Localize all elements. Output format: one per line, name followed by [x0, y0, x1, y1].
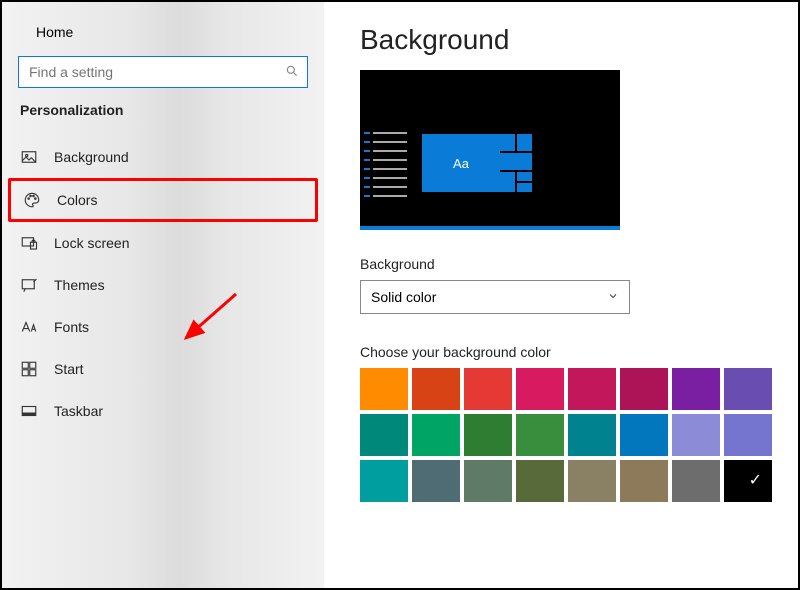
page-title: Background: [360, 24, 762, 56]
sidebar: Home Personalization Background: [2, 2, 324, 588]
preview-app-list: [364, 132, 412, 204]
sidebar-item-taskbar[interactable]: Taskbar: [2, 390, 324, 432]
color-swatch[interactable]: [464, 460, 512, 502]
home-link[interactable]: Home: [2, 16, 324, 54]
background-field-label: Background: [360, 256, 762, 272]
color-swatch[interactable]: [516, 414, 564, 456]
sidebar-item-colors[interactable]: Colors: [8, 178, 318, 222]
preview-small-tiles: [500, 134, 532, 170]
color-swatch[interactable]: [568, 414, 616, 456]
desktop-preview: Aa: [360, 70, 620, 230]
sidebar-item-label: Colors: [57, 192, 97, 208]
color-swatch-grid: ✓: [360, 368, 762, 502]
color-swatch[interactable]: [568, 368, 616, 410]
color-swatch[interactable]: ✓: [724, 460, 772, 502]
home-label: Home: [36, 24, 73, 40]
lock-screen-icon: [20, 234, 38, 252]
color-swatch[interactable]: [516, 460, 564, 502]
color-swatch[interactable]: [620, 368, 668, 410]
color-swatch[interactable]: [672, 460, 720, 502]
sidebar-item-label: Fonts: [54, 319, 89, 335]
taskbar-icon: [20, 402, 38, 420]
color-swatch[interactable]: [464, 368, 512, 410]
color-swatch[interactable]: [360, 414, 408, 456]
background-type-dropdown[interactable]: Solid color: [360, 280, 630, 314]
search-input-container[interactable]: [18, 56, 308, 88]
choose-color-label: Choose your background color: [360, 344, 762, 360]
color-swatch[interactable]: [672, 368, 720, 410]
picture-icon: [20, 148, 38, 166]
color-swatch[interactable]: [412, 460, 460, 502]
sidebar-item-label: Themes: [54, 277, 105, 293]
color-swatch[interactable]: [620, 414, 668, 456]
sidebar-item-label: Lock screen: [54, 235, 129, 251]
sidebar-item-start[interactable]: Start: [2, 348, 324, 390]
palette-icon: [23, 191, 41, 209]
color-swatch[interactable]: [568, 460, 616, 502]
fonts-icon: [20, 318, 38, 336]
color-swatch[interactable]: [360, 368, 408, 410]
nav-list: Background Colors Lock screen Themes: [2, 126, 324, 432]
sidebar-item-label: Start: [54, 361, 84, 377]
color-swatch[interactable]: [672, 414, 720, 456]
sidebar-item-background[interactable]: Background: [2, 136, 324, 178]
color-swatch[interactable]: [724, 368, 772, 410]
color-swatch[interactable]: [620, 460, 668, 502]
preview-tile: Aa: [422, 134, 500, 192]
sidebar-item-label: Background: [54, 149, 129, 165]
chevron-down-icon: [607, 290, 619, 305]
color-swatch[interactable]: [412, 368, 460, 410]
color-swatch[interactable]: [464, 414, 512, 456]
dropdown-selected-value: Solid color: [371, 289, 436, 305]
preview-taskbar: [360, 226, 620, 230]
check-icon: ✓: [749, 470, 762, 490]
color-swatch[interactable]: [516, 368, 564, 410]
sidebar-item-fonts[interactable]: Fonts: [2, 306, 324, 348]
themes-icon: [20, 276, 38, 294]
sidebar-item-label: Taskbar: [54, 403, 103, 419]
sidebar-item-themes[interactable]: Themes: [2, 264, 324, 306]
color-swatch[interactable]: [360, 460, 408, 502]
search-input[interactable]: [29, 64, 285, 80]
color-swatch[interactable]: [724, 414, 772, 456]
sidebar-item-lock-screen[interactable]: Lock screen: [2, 222, 324, 264]
start-icon: [20, 360, 38, 378]
search-icon: [285, 64, 299, 81]
color-swatch[interactable]: [412, 414, 460, 456]
section-title: Personalization: [2, 102, 324, 126]
main-content: Background Aa Bac: [324, 2, 798, 588]
